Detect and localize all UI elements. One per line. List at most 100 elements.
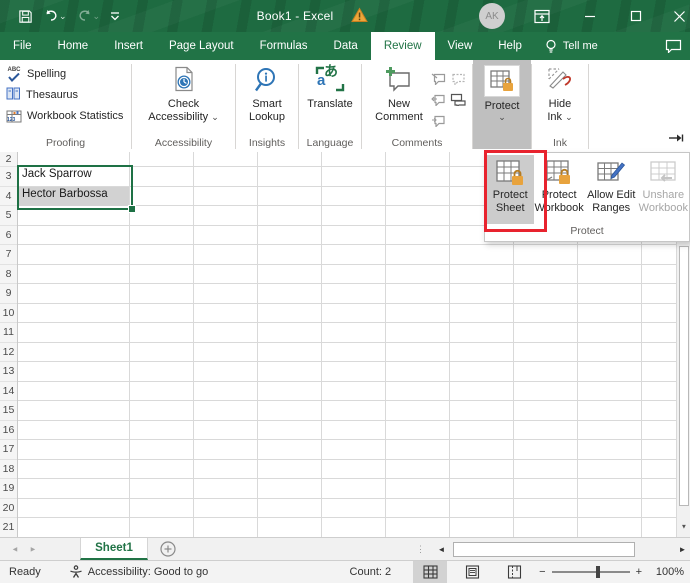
account-avatar[interactable]: AK xyxy=(479,3,505,29)
check-accessibility-label-line1: Check xyxy=(168,98,199,110)
new-comment-label-line1: New xyxy=(388,98,410,110)
normal-view-button[interactable] xyxy=(413,561,447,583)
page-layout-view-button[interactable] xyxy=(455,561,489,583)
scroll-down-button[interactable]: ▼ xyxy=(678,518,690,535)
warning-icon[interactable] xyxy=(351,7,368,26)
row-header-4[interactable]: 4 xyxy=(0,187,17,207)
page-break-preview-icon xyxy=(507,565,522,579)
tab-view[interactable]: View xyxy=(435,32,486,60)
show-ink-button[interactable] xyxy=(428,110,448,131)
spelling-label: Spelling xyxy=(27,68,66,80)
row-headers[interactable]: 23456789101112131415161718192021 xyxy=(0,152,18,537)
row-header-11[interactable]: 11 xyxy=(0,323,17,343)
scroll-left-button[interactable]: ◄ xyxy=(434,542,449,557)
workbook-statistics-button[interactable]: 123 Workbook Statistics xyxy=(6,107,137,125)
row-header-2[interactable]: 2 xyxy=(0,152,17,167)
show-comments-button[interactable] xyxy=(448,89,468,110)
zoom-in-button[interactable]: + xyxy=(636,566,642,578)
row-header-6[interactable]: 6 xyxy=(0,226,17,246)
maximize-button[interactable] xyxy=(614,0,658,32)
row-header-14[interactable]: 14 xyxy=(0,382,17,402)
row-header-10[interactable]: 10 xyxy=(0,304,17,324)
comments-pane-button[interactable] xyxy=(665,32,682,60)
menu-item-allow-edit-ranges[interactable]: Allow Edit Ranges xyxy=(584,155,639,224)
previous-comment-button[interactable] xyxy=(448,68,468,89)
row-header-9[interactable]: 9 xyxy=(0,284,17,304)
zoom-slider[interactable] xyxy=(552,571,630,573)
minimize-button[interactable] xyxy=(568,0,612,32)
row-header-19[interactable]: 19 xyxy=(0,479,17,499)
undo-button[interactable]: ⌄ xyxy=(39,6,71,26)
customize-qat-button[interactable] xyxy=(106,7,124,25)
ribbon-display-options-button[interactable] xyxy=(520,0,564,32)
zoom-slider-thumb[interactable] xyxy=(596,566,600,578)
save-button[interactable] xyxy=(14,6,37,27)
thesaurus-button[interactable]: Thesaurus xyxy=(6,86,137,104)
grid-row-17 xyxy=(18,440,676,460)
tab-file[interactable]: File xyxy=(0,32,45,60)
row-header-7[interactable]: 7 xyxy=(0,245,17,265)
row-header-3[interactable]: 3 xyxy=(0,167,17,187)
tab-home[interactable]: Home xyxy=(45,32,102,60)
tab-page-layout[interactable]: Page Layout xyxy=(156,32,247,60)
row-header-16[interactable]: 16 xyxy=(0,421,17,441)
zoom-level[interactable]: 100% xyxy=(650,566,684,578)
excel-window: ⌄ ⌄ Book1 - Excel xyxy=(0,0,690,583)
vertical-scrollbar-thumb[interactable] xyxy=(679,246,689,506)
row-header-13[interactable]: 13 xyxy=(0,362,17,382)
row-header-15[interactable]: 15 xyxy=(0,401,17,421)
check-accessibility-button[interactable]: Check Accessibility ⌄ xyxy=(148,63,220,123)
fill-handle[interactable] xyxy=(128,205,136,213)
hide-ink-label-line2: Ink xyxy=(547,111,562,123)
group-accessibility: Check Accessibility ⌄ Accessibility xyxy=(132,60,235,152)
grid-row-15 xyxy=(18,401,676,421)
spelling-button[interactable]: ABC Spelling xyxy=(6,65,137,83)
close-button[interactable] xyxy=(657,0,690,32)
horizontal-scrollbar-thumb[interactable] xyxy=(453,542,635,557)
plus-circle-icon xyxy=(160,541,176,557)
new-comment-button[interactable]: New Comment xyxy=(370,63,428,123)
redo-button[interactable]: ⌄ xyxy=(73,6,105,26)
tab-help[interactable]: Help xyxy=(485,32,535,60)
tab-insert[interactable]: Insert xyxy=(101,32,156,60)
tab-formulas[interactable]: Formulas xyxy=(247,32,321,60)
accessibility-status[interactable]: Accessibility: Good to go xyxy=(69,565,208,579)
row-header-12[interactable]: 12 xyxy=(0,343,17,363)
page-layout-view-icon xyxy=(465,565,480,579)
sheet-tab-bar: ◄ ► Sheet1 ⋮ ◄ ► xyxy=(0,537,690,560)
scroll-right-button[interactable]: ► xyxy=(675,542,690,557)
delete-comment-button[interactable] xyxy=(428,68,448,89)
hide-ink-button[interactable]: Hide Ink ⌄ xyxy=(532,63,588,123)
row-header-20[interactable]: 20 xyxy=(0,499,17,519)
sheet-nav-right-button[interactable]: ► xyxy=(22,541,45,558)
row-header-8[interactable]: 8 xyxy=(0,265,17,285)
ribbon-scroll-right-icon[interactable] xyxy=(668,133,684,146)
sheet-tab-sheet1[interactable]: Sheet1 xyxy=(80,538,148,560)
zoom-out-button[interactable]: − xyxy=(539,566,545,578)
smart-lookup-icon xyxy=(253,65,281,95)
tab-review[interactable]: Review xyxy=(371,32,435,60)
group-comments: New Comment xyxy=(362,60,472,152)
smart-lookup-button[interactable]: Smart Lookup xyxy=(239,63,295,123)
translate-button[interactable]: あ a Translate xyxy=(302,63,358,111)
title-bar: ⌄ ⌄ Book1 - Excel xyxy=(0,0,690,32)
undo-dropdown-chevron-icon[interactable]: ⌄ xyxy=(59,12,67,20)
horizontal-scrollbar-track[interactable] xyxy=(449,542,675,557)
tab-data[interactable]: Data xyxy=(321,32,371,60)
protect-button[interactable]: Protect ⌄ xyxy=(473,60,531,149)
group-protect: Protect ⌄ xyxy=(473,60,531,152)
tell-me-button[interactable]: Tell me xyxy=(535,32,608,60)
new-sheet-button[interactable] xyxy=(148,538,188,560)
horizontal-scrollbar[interactable]: ◄ ► xyxy=(434,540,690,558)
next-comment-button[interactable] xyxy=(428,89,448,110)
tabbar-splitter[interactable]: ⋮ xyxy=(416,538,425,561)
grid-row-18 xyxy=(18,460,676,480)
allow-edit-ranges-label-line1: Allow Edit xyxy=(587,189,635,201)
row-header-21[interactable]: 21 xyxy=(0,518,17,538)
row-header-17[interactable]: 17 xyxy=(0,440,17,460)
row-header-18[interactable]: 18 xyxy=(0,460,17,480)
page-break-preview-button[interactable] xyxy=(497,561,531,583)
count-indicator[interactable]: Count: 2 xyxy=(350,566,392,578)
group-language: あ a Translate Language xyxy=(299,60,361,152)
row-header-5[interactable]: 5 xyxy=(0,206,17,226)
